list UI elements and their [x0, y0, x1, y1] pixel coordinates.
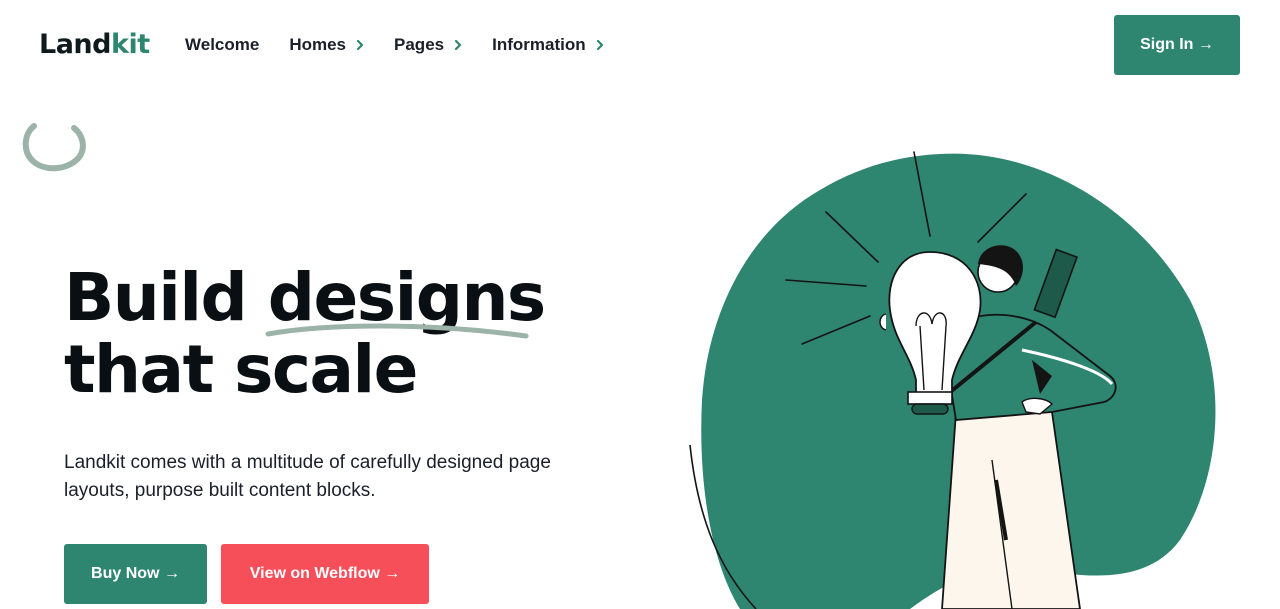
view-on-webflow-button[interactable]: View on Webflow → [221, 544, 429, 604]
hero-description: Landkit comes with a multitude of carefu… [64, 452, 551, 501]
nav-item-welcome[interactable]: Welcome [185, 35, 259, 55]
hero-title-word-build: Build [64, 259, 248, 336]
nav-item-label: Homes [289, 35, 347, 54]
chevron-right-icon [356, 39, 364, 51]
logo-text-accent: kit [110, 29, 150, 60]
brush-underline-decoration [265, 323, 529, 339]
spinner-icon [20, 118, 88, 181]
nav-item-pages[interactable]: Pages [394, 35, 462, 55]
hero-title-line-2: that scale [64, 331, 418, 408]
logo-text-dark: Land [39, 29, 111, 60]
nav-item-label: Welcome [185, 35, 260, 54]
nav-item-label: Information [492, 35, 586, 54]
hero-title-highlight: designs [265, 262, 546, 339]
logo[interactable]: Landkit [39, 28, 150, 62]
hero-title: Build designs that scale [64, 259, 546, 408]
nav-item-homes[interactable]: Homes [289, 35, 364, 55]
nav-item-information[interactable]: Information [492, 35, 604, 55]
chevron-right-icon [454, 39, 462, 51]
hero-title-line-1: Build designs [64, 259, 546, 339]
sign-in-button[interactable]: Sign In → [1114, 15, 1240, 75]
buy-now-button[interactable]: Buy Now → [64, 544, 207, 604]
chevron-right-icon [596, 39, 604, 51]
nav-item-label: Pages [394, 35, 445, 54]
lightbulb-person-illustration [680, 140, 1240, 609]
main-nav: Welcome Homes Pages Information [185, 33, 634, 57]
